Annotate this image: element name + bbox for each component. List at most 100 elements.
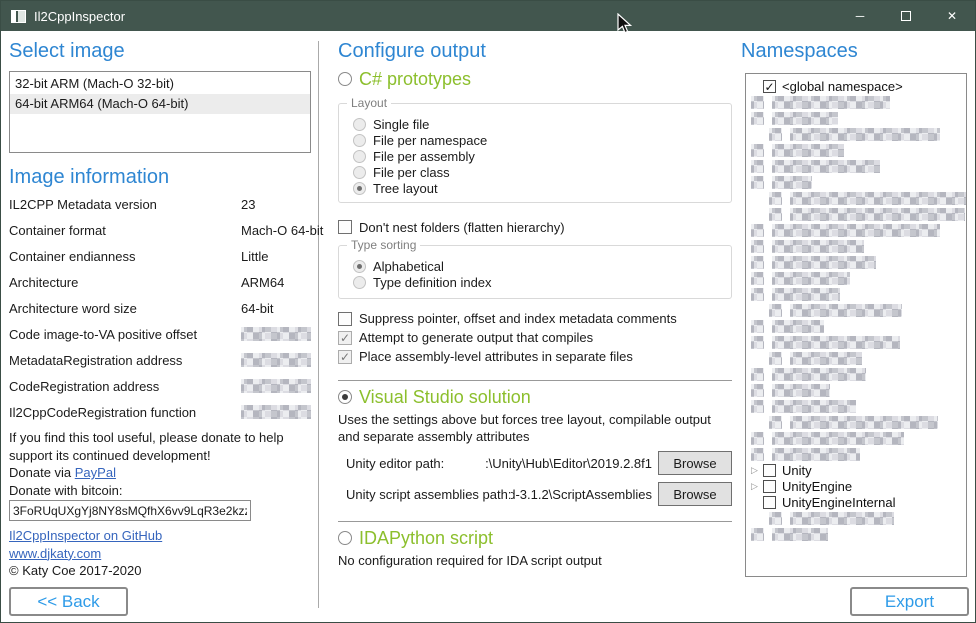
namespace-checkbox[interactable] [763,464,776,477]
image-list-item[interactable]: 64-bit ARM64 (Mach-O 64-bit) [10,94,310,114]
copyright-text: © Katy Coe 2017-2020 [9,562,311,580]
namespace-item-redacted [746,350,966,366]
redacted-label [772,112,838,125]
maximize-button[interactable] [883,1,929,31]
namespace-item-redacted [746,382,966,398]
radio-icon[interactable] [353,134,366,147]
namespaces-heading: Namespaces [741,39,967,63]
visual-studio-radio-icon[interactable] [338,390,352,404]
namespace-item-redacted [746,334,966,350]
checkbox-label: Suppress pointer, offset and index metad… [359,311,677,326]
radio-icon[interactable] [353,182,366,195]
redacted-checkbox [769,512,782,525]
column-divider [318,41,319,608]
redacted-checkbox [751,144,764,157]
info-row: CodeRegistration address [9,373,311,399]
export-button[interactable]: Export [850,587,969,616]
radio-option[interactable]: Type definition index [353,274,731,290]
bitcoin-address-input[interactable] [9,500,251,521]
visual-studio-description: Uses the settings above but forces tree … [338,411,732,445]
radio-option[interactable]: File per class [353,164,731,180]
info-value: Little [241,249,268,264]
namespace-item-redacted [746,270,966,286]
checkbox-option[interactable]: Place assembly-level attributes in separ… [338,347,732,366]
redacted-label [772,224,940,237]
redacted-checkbox [769,416,782,429]
namespace-item-redacted [746,398,966,414]
website-link[interactable]: www.djkaty.com [9,546,101,561]
visual-studio-label: Visual Studio solution [359,387,531,408]
csharp-radio-icon[interactable] [338,72,352,86]
redacted-value [241,327,311,341]
flatten-checkbox-label: Don't nest folders (flatten hierarchy) [359,220,565,235]
redacted-label [772,256,876,269]
back-button[interactable]: << Back [9,587,128,616]
redacted-label [772,288,840,301]
redacted-value [241,353,311,367]
namespace-tree[interactable]: <global namespace> ▷ Unity▷UnityEngineUnit… [745,73,967,577]
namespace-item-redacted [746,510,966,526]
idapython-label: IDAPython script [359,528,493,549]
namespace-item[interactable]: ▷UnityEngine [746,478,966,494]
redacted-label [790,192,966,205]
minimize-button[interactable]: ─ [837,1,883,31]
redacted-label [790,304,902,317]
paypal-link[interactable]: PayPal [75,465,116,480]
visual-studio-option[interactable]: Visual Studio solution [338,385,732,409]
namespace-item-redacted [746,110,966,126]
info-row: Code image-to-VA positive offset [9,321,311,347]
expander-icon[interactable]: ▷ [751,462,763,478]
radio-option[interactable]: File per namespace [353,132,731,148]
namespace-checkbox[interactable] [763,80,776,93]
radio-icon[interactable] [353,166,366,179]
radio-label: Tree layout [373,181,438,196]
redacted-label [772,400,856,413]
flatten-hierarchy-option[interactable]: Don't nest folders (flatten hierarchy) [338,219,732,235]
redacted-label [772,176,812,189]
radio-option[interactable]: Alphabetical [353,258,731,274]
radio-icon[interactable] [353,118,366,131]
idapython-option[interactable]: IDAPython script [338,526,732,550]
radio-option[interactable]: Single file [353,116,731,132]
checkbox-option[interactable]: Suppress pointer, offset and index metad… [338,309,732,328]
namespace-item-redacted [746,526,966,542]
redacted-checkbox [751,160,764,173]
info-row: Container endiannessLittle [9,243,311,269]
donate-block: If you find this tool useful, please don… [9,429,311,521]
layout-options: Single fileFile per namespaceFile per as… [353,116,731,196]
links-block: Il2CppInspector on GitHub www.djkaty.com… [9,527,311,580]
namespace-item[interactable]: ▷ Unity [746,462,966,478]
radio-icon[interactable] [353,260,366,273]
namespace-checkbox[interactable] [763,480,776,493]
github-link[interactable]: Il2CppInspector on GitHub [9,528,162,543]
namespace-item[interactable]: <global namespace> [746,78,966,94]
checkbox-option[interactable]: Attempt to generate output that compiles [338,328,732,347]
redacted-checkbox [751,272,764,285]
checkbox-icon[interactable] [338,312,352,326]
radio-label: File per assembly [373,149,475,164]
namespace-checkbox[interactable] [763,496,776,509]
info-value: ARM64 [241,275,284,290]
checkbox-icon[interactable] [338,350,352,364]
radio-option[interactable]: Tree layout [353,180,731,196]
csharp-prototypes-option[interactable]: C# prototypes [338,67,732,91]
namespace-item[interactable]: UnityEngineInternal [746,494,966,510]
idapython-radio-icon[interactable] [338,531,352,545]
unity-assemblies-browse-button[interactable]: Browse [658,482,732,506]
namespace-label: Unity [782,463,812,478]
redacted-label [772,320,824,333]
close-button[interactable]: ✕ [929,1,975,31]
flatten-checkbox-icon[interactable] [338,220,352,234]
image-list[interactable]: 32-bit ARM (Mach-O 32-bit)64-bit ARM64 (… [9,71,311,153]
radio-option[interactable]: File per assembly [353,148,731,164]
output-checkboxes: Suppress pointer, offset and index metad… [338,309,732,366]
radio-icon[interactable] [353,276,366,289]
expander-icon[interactable]: ▷ [751,478,763,494]
image-list-item[interactable]: 32-bit ARM (Mach-O 32-bit) [10,74,310,94]
redacted-checkbox [769,208,782,221]
type-sorting-groupbox: Type sorting AlphabeticalType definition… [338,245,732,299]
namespace-item-redacted [746,238,966,254]
checkbox-icon[interactable] [338,331,352,345]
radio-icon[interactable] [353,150,366,163]
unity-editor-browse-button[interactable]: Browse [658,451,732,475]
